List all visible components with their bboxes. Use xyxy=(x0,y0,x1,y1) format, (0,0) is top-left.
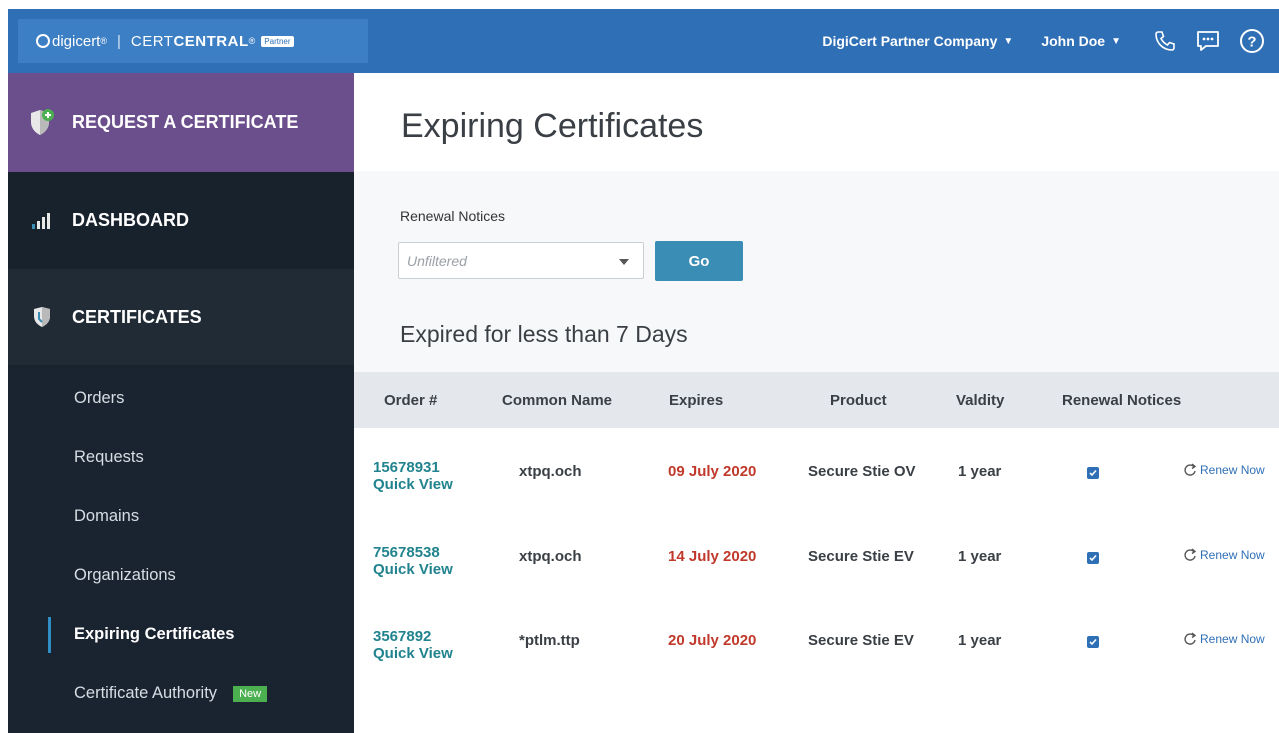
column-header-expires[interactable]: Expires xyxy=(669,392,723,409)
renew-icon xyxy=(1184,463,1197,476)
company-menu[interactable]: DigiCert Partner Company ▼ xyxy=(822,33,1013,49)
chevron-down-icon: ▼ xyxy=(1003,35,1014,47)
chevron-down-icon: ▼ xyxy=(1111,35,1121,47)
table-row: 15678931 Quick View xtpq.och 09 July 202… xyxy=(354,453,1279,538)
product-name: Secure Stie EV xyxy=(808,548,914,565)
sidebar-item-certificate-authority[interactable]: Certificate Authority New xyxy=(8,664,354,723)
table-header: Order # Common Name Expires Product Vald… xyxy=(354,372,1279,428)
product-name: CENTRAL xyxy=(173,32,249,50)
sidebar-item-expiring-certificates[interactable]: Expiring Certificates xyxy=(8,605,354,664)
renewal-notice-checkbox[interactable] xyxy=(1087,467,1099,479)
sidebar-item-requests[interactable]: Requests xyxy=(8,428,354,487)
quick-view-link[interactable]: Quick View xyxy=(373,476,453,493)
table-row: 3567892 Quick View *ptlm.ttp 20 July 202… xyxy=(354,622,1279,707)
common-name: *ptlm.ttp xyxy=(519,632,580,649)
validity: 1 year xyxy=(958,548,1002,565)
renew-now-button[interactable]: Renew Now xyxy=(1183,548,1265,562)
shield-plus-icon xyxy=(28,108,56,138)
shield-icon xyxy=(28,306,56,328)
column-header-product[interactable]: Product xyxy=(830,392,887,409)
request-certificate-button[interactable]: REQUEST A CERTIFICATE xyxy=(8,73,354,172)
column-header-common-name[interactable]: Common Name xyxy=(502,392,612,409)
sidebar-item-orders[interactable]: Orders xyxy=(8,369,354,428)
validity: 1 year xyxy=(958,632,1002,649)
common-name: xtpq.och xyxy=(519,548,582,565)
dropdown-arrow-icon xyxy=(619,259,629,265)
chat-icon[interactable] xyxy=(1195,29,1221,53)
phone-icon[interactable] xyxy=(1153,29,1177,53)
main-content: Expiring Certificates Renewal Notices Un… xyxy=(354,73,1279,733)
renew-icon xyxy=(1184,632,1197,645)
renew-now-button[interactable]: Renew Now xyxy=(1183,463,1265,477)
new-badge: New xyxy=(233,685,268,702)
order-number-link[interactable]: 75678538 xyxy=(373,544,453,561)
sidebar-item-organizations[interactable]: Organizations xyxy=(8,546,354,605)
bar-chart-icon xyxy=(28,212,56,230)
checkmark-icon xyxy=(1089,554,1097,562)
renewal-notice-checkbox[interactable] xyxy=(1087,636,1099,648)
product-prefix: CERT xyxy=(130,32,174,50)
expires-date: 14 July 2020 xyxy=(668,548,757,565)
filter-panel: Renewal Notices Unfiltered Go Expired fo… xyxy=(354,171,1279,372)
quick-view-link[interactable]: Quick View xyxy=(373,645,453,662)
partner-badge: Partner xyxy=(261,35,294,47)
common-name: xtpq.och xyxy=(519,463,582,480)
go-button[interactable]: Go xyxy=(655,241,743,281)
top-right-menu: DigiCert Partner Company ▼ John Doe ▼ ? xyxy=(822,9,1265,73)
order-number-link[interactable]: 15678931 xyxy=(373,459,453,476)
column-header-order[interactable]: Order # xyxy=(384,392,437,409)
table-row: 75678538 Quick View xtpq.och 14 July 202… xyxy=(354,538,1279,623)
brand-name: digicert xyxy=(52,32,101,50)
quick-view-link[interactable]: Quick View xyxy=(373,561,453,578)
product-name: Secure Stie EV xyxy=(808,632,914,649)
sidebar: REQUEST A CERTIFICATE DASHBOARD CERTIFIC… xyxy=(8,73,354,733)
page-title: Expiring Certificates xyxy=(401,107,704,145)
user-menu[interactable]: John Doe ▼ xyxy=(1041,33,1121,49)
product-name: Secure Stie OV xyxy=(808,463,916,480)
checkmark-icon xyxy=(1089,638,1097,646)
order-number-link[interactable]: 3567892 xyxy=(373,628,453,645)
renewal-notices-select[interactable]: Unfiltered xyxy=(398,242,644,279)
help-icon[interactable]: ? xyxy=(1239,28,1265,54)
validity: 1 year xyxy=(958,463,1002,480)
brand-logo[interactable]: digicert ® | CERT CENTRAL ® Partner xyxy=(18,19,368,63)
checkmark-icon xyxy=(1089,469,1097,477)
column-header-renewal-notices[interactable]: Renewal Notices xyxy=(1062,392,1181,409)
renewal-notice-checkbox[interactable] xyxy=(1087,552,1099,564)
brand-separator: | xyxy=(117,32,121,50)
renewal-notices-label: Renewal Notices xyxy=(400,208,506,224)
certificates-subnav: Orders Requests Domains Organizations Ex… xyxy=(8,365,354,723)
sidebar-item-certificates[interactable]: CERTIFICATES xyxy=(8,269,354,365)
expires-date: 09 July 2020 xyxy=(668,463,757,480)
renew-icon xyxy=(1184,548,1197,561)
svg-text:?: ? xyxy=(1247,34,1256,51)
column-header-validity[interactable]: Valdity xyxy=(956,392,1004,409)
expires-date: 20 July 2020 xyxy=(668,632,757,649)
sidebar-item-domains[interactable]: Domains xyxy=(8,487,354,546)
renew-now-button[interactable]: Renew Now xyxy=(1183,632,1265,646)
sidebar-item-dashboard[interactable]: DASHBOARD xyxy=(8,172,354,269)
digicert-logo-icon xyxy=(36,34,50,48)
section-title: Expired for less than 7 Days xyxy=(400,321,688,347)
top-bar: digicert ® | CERT CENTRAL ® Partner DigiCer… xyxy=(8,9,1279,73)
